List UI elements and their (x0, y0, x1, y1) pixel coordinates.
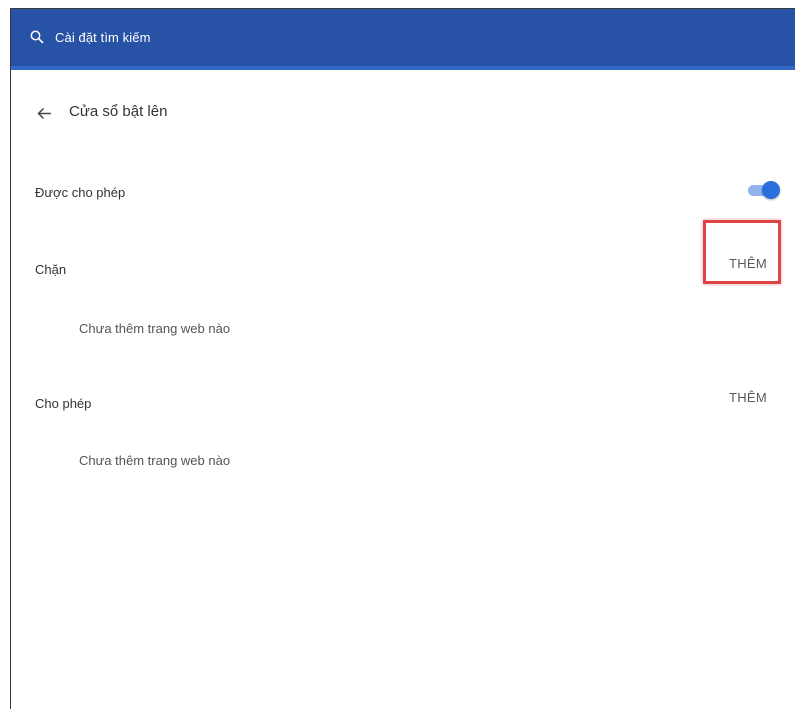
settings-window: Cài đặt tìm kiếm Cửa sổ bật lên Được cho… (10, 8, 795, 709)
popup-settings-page: Cửa sổ bật lên Được cho phép Chặn THÊM C… (11, 70, 795, 709)
allowed-label: Được cho phép (35, 185, 126, 200)
allow-empty-text: Chưa thêm trang web nào (79, 453, 231, 468)
allow-add-button[interactable]: THÊM (729, 390, 767, 405)
highlight-box (703, 220, 781, 284)
allowed-toggle[interactable] (746, 180, 780, 200)
toggle-knob (762, 181, 780, 199)
blocked-section-label: Chặn (35, 262, 67, 277)
page-title: Cửa sổ bật lên (69, 103, 168, 120)
search-bar: Cài đặt tìm kiếm (11, 9, 795, 66)
blocked-empty-text: Chưa thêm trang web nào (79, 321, 231, 336)
search-input[interactable]: Cài đặt tìm kiếm (55, 30, 151, 45)
search-icon (30, 30, 44, 44)
back-arrow-icon[interactable] (37, 106, 52, 121)
allow-section-label: Cho phép (35, 396, 92, 411)
